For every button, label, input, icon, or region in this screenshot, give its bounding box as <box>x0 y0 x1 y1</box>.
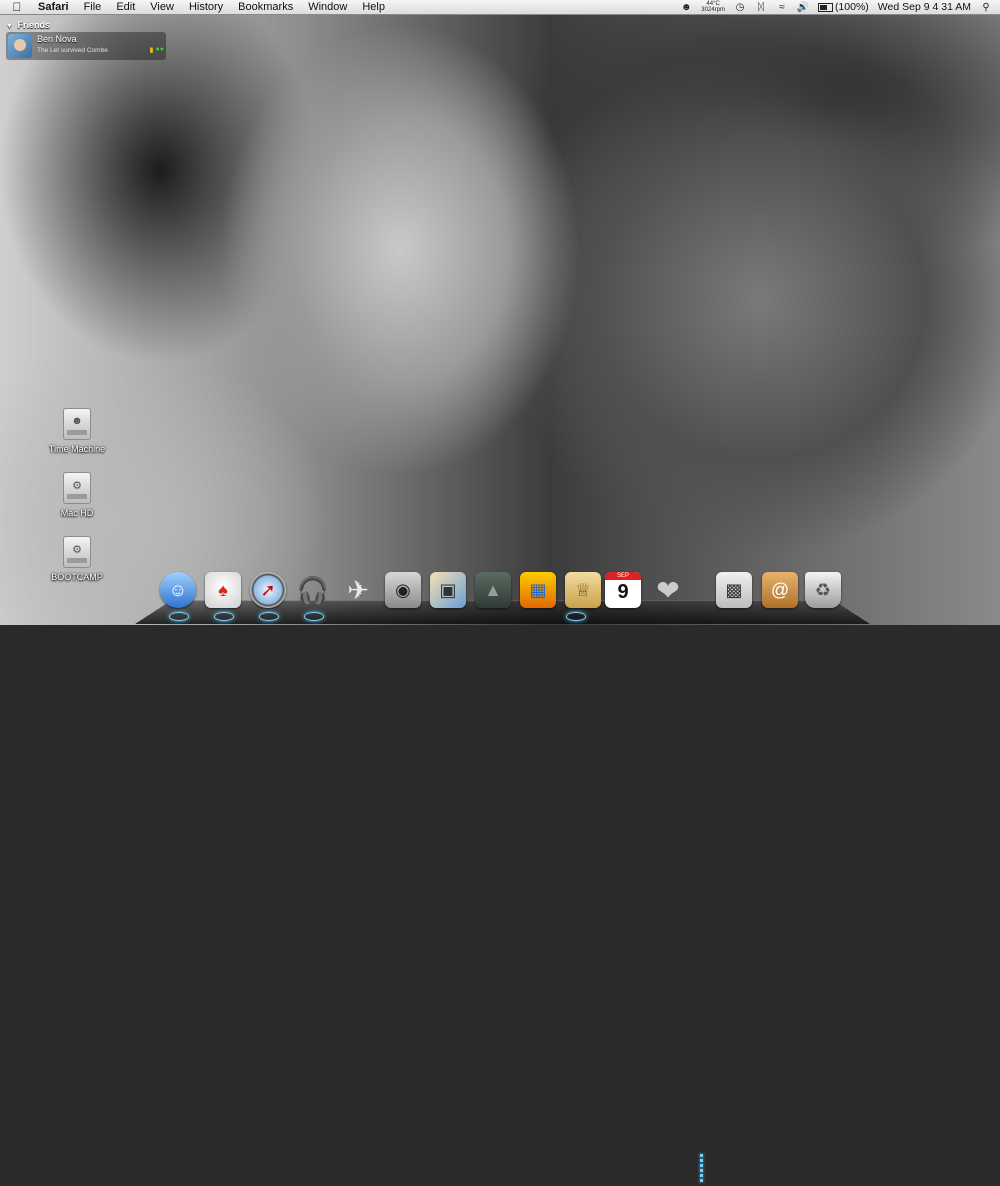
dock-item-itunes[interactable]: 🎧 <box>293 570 333 610</box>
skype-icon[interactable]: ☻ <box>680 2 692 13</box>
stamp-icon: ♕ <box>565 572 601 608</box>
desktop-icon-label: Mac HD <box>60 508 94 518</box>
safari-icon: ➚ <box>250 572 286 608</box>
temperature-monitor[interactable]: 44°C 3024rpm <box>701 1 725 13</box>
running-indicator <box>259 612 279 621</box>
hard-drive-icon: ⚙ <box>63 536 91 568</box>
dock-item-camera[interactable]: ◉ <box>383 570 423 610</box>
hard-drive-icon: ⚙ <box>63 472 91 504</box>
menu-app[interactable]: Safari <box>38 0 69 14</box>
ical-month: SEP <box>605 572 641 580</box>
menu-bar:  Safari File Edit View History Bookmark… <box>0 0 1000 15</box>
volume-icon[interactable]: 🔊 <box>797 2 809 13</box>
battery-status[interactable]: (100%) <box>817 1 869 13</box>
itunes-icon: 🎧 <box>296 574 330 605</box>
battery-percent: (100%) <box>834 1 869 13</box>
desktop-wallpaper <box>0 0 1000 625</box>
menu-history[interactable]: History <box>189 0 223 14</box>
dock-item-safari[interactable]: ➚ <box>248 570 288 610</box>
address-book-icon: @ <box>762 572 798 608</box>
heart-icon: ❤ <box>656 574 680 606</box>
bluetooth-icon[interactable]: ᛞ <box>755 2 767 13</box>
ical-day: 9 <box>617 581 629 603</box>
disclosure-triangle-icon: ▼ <box>6 23 13 30</box>
wifi-icon[interactable]: ≈ <box>776 2 788 13</box>
status-badge-icon: ▮ <box>149 47 154 54</box>
friend-name: Ben Nova <box>37 34 77 44</box>
menu-edit[interactable]: Edit <box>116 0 135 14</box>
stone-icon: ▲ <box>475 572 511 608</box>
downloads-icon: ▩ <box>716 572 752 608</box>
clock[interactable]: Wed Sep 9 4 31 AM <box>878 1 971 13</box>
time-machine-icon[interactable]: ◷ <box>734 2 746 13</box>
dock-item-ical[interactable]: SEP 9 <box>603 570 643 610</box>
running-indicator <box>304 612 324 621</box>
trash-icon: ♻ <box>805 572 841 608</box>
transmit-icon: ✈ <box>347 574 369 605</box>
friends-header-label: Friends <box>17 20 50 30</box>
running-indicator <box>169 612 189 621</box>
desktop-icon-time-machine[interactable]: ☻ Time Machine <box>37 408 117 454</box>
dock-item-stamp[interactable]: ♕ <box>563 570 603 610</box>
app-icon: ▦ <box>520 572 556 608</box>
spotlight-search-icon[interactable]: ⚲ <box>980 2 992 13</box>
menu-extras: ☻ 44°C 3024rpm ◷ ᛞ ≈ 🔊 (100%) Wed Sep 9 … <box>680 0 992 14</box>
camera-icon: ◉ <box>385 572 421 608</box>
menu-view[interactable]: View <box>150 0 174 14</box>
ical-icon: SEP 9 <box>605 572 641 608</box>
iphoto-icon: ▣ <box>430 572 466 608</box>
menu-window[interactable]: Window <box>308 0 347 14</box>
fan-speed-readout: 3024rpm <box>701 7 725 13</box>
dock-item-iphoto[interactable]: ▣ <box>428 570 468 610</box>
hard-drive-icon: ☻ <box>63 408 91 440</box>
dock: ☺ ♠ ➚ 🎧 ✈ ◉ ▣ ▲ ▦ ♕ SEP 9 ❤ ▩ @ ♻ <box>0 565 1000 1182</box>
running-indicator <box>566 612 586 621</box>
dock-item-stone[interactable]: ▲ <box>473 570 513 610</box>
menu-file[interactable]: File <box>84 0 102 14</box>
dock-item-address-book[interactable]: @ <box>760 570 800 610</box>
battery-icon <box>817 2 833 12</box>
apple-menu-icon[interactable]:  <box>10 0 24 14</box>
dock-item-app[interactable]: ▦ <box>518 570 558 610</box>
avatar <box>8 34 32 58</box>
menu-help[interactable]: Help <box>362 0 385 14</box>
desktop-icon-mac-hd[interactable]: ⚙ Mac HD <box>37 472 117 518</box>
dock-item-heart[interactable]: ❤ <box>648 570 688 610</box>
friends-list-widget: ▼ Friends Ben Nova The Let survived Comb… <box>6 20 166 60</box>
buddy-icon: ●● <box>155 46 164 53</box>
adium-icon: ♠ <box>205 572 241 608</box>
friend-status-message: The Let survived Combe <box>37 47 108 54</box>
desktop-icon-label: Time Machine <box>48 444 106 454</box>
dock-item-downloads[interactable]: ▩ <box>714 570 754 610</box>
menu-bookmarks[interactable]: Bookmarks <box>238 0 293 14</box>
finder-icon: ☺ <box>160 572 196 608</box>
dock-item-adium[interactable]: ♠ <box>203 570 243 610</box>
dock-separator <box>700 1154 703 1186</box>
friends-header[interactable]: ▼ Friends <box>6 20 166 30</box>
dock-item-finder[interactable]: ☺ <box>158 570 198 610</box>
dock-item-trash[interactable]: ♻ <box>803 570 843 610</box>
friend-item[interactable]: Ben Nova The Let survived Combe ▮ ●● <box>6 32 166 60</box>
running-indicator <box>214 612 234 621</box>
dock-item-transmit[interactable]: ✈ <box>338 570 378 610</box>
